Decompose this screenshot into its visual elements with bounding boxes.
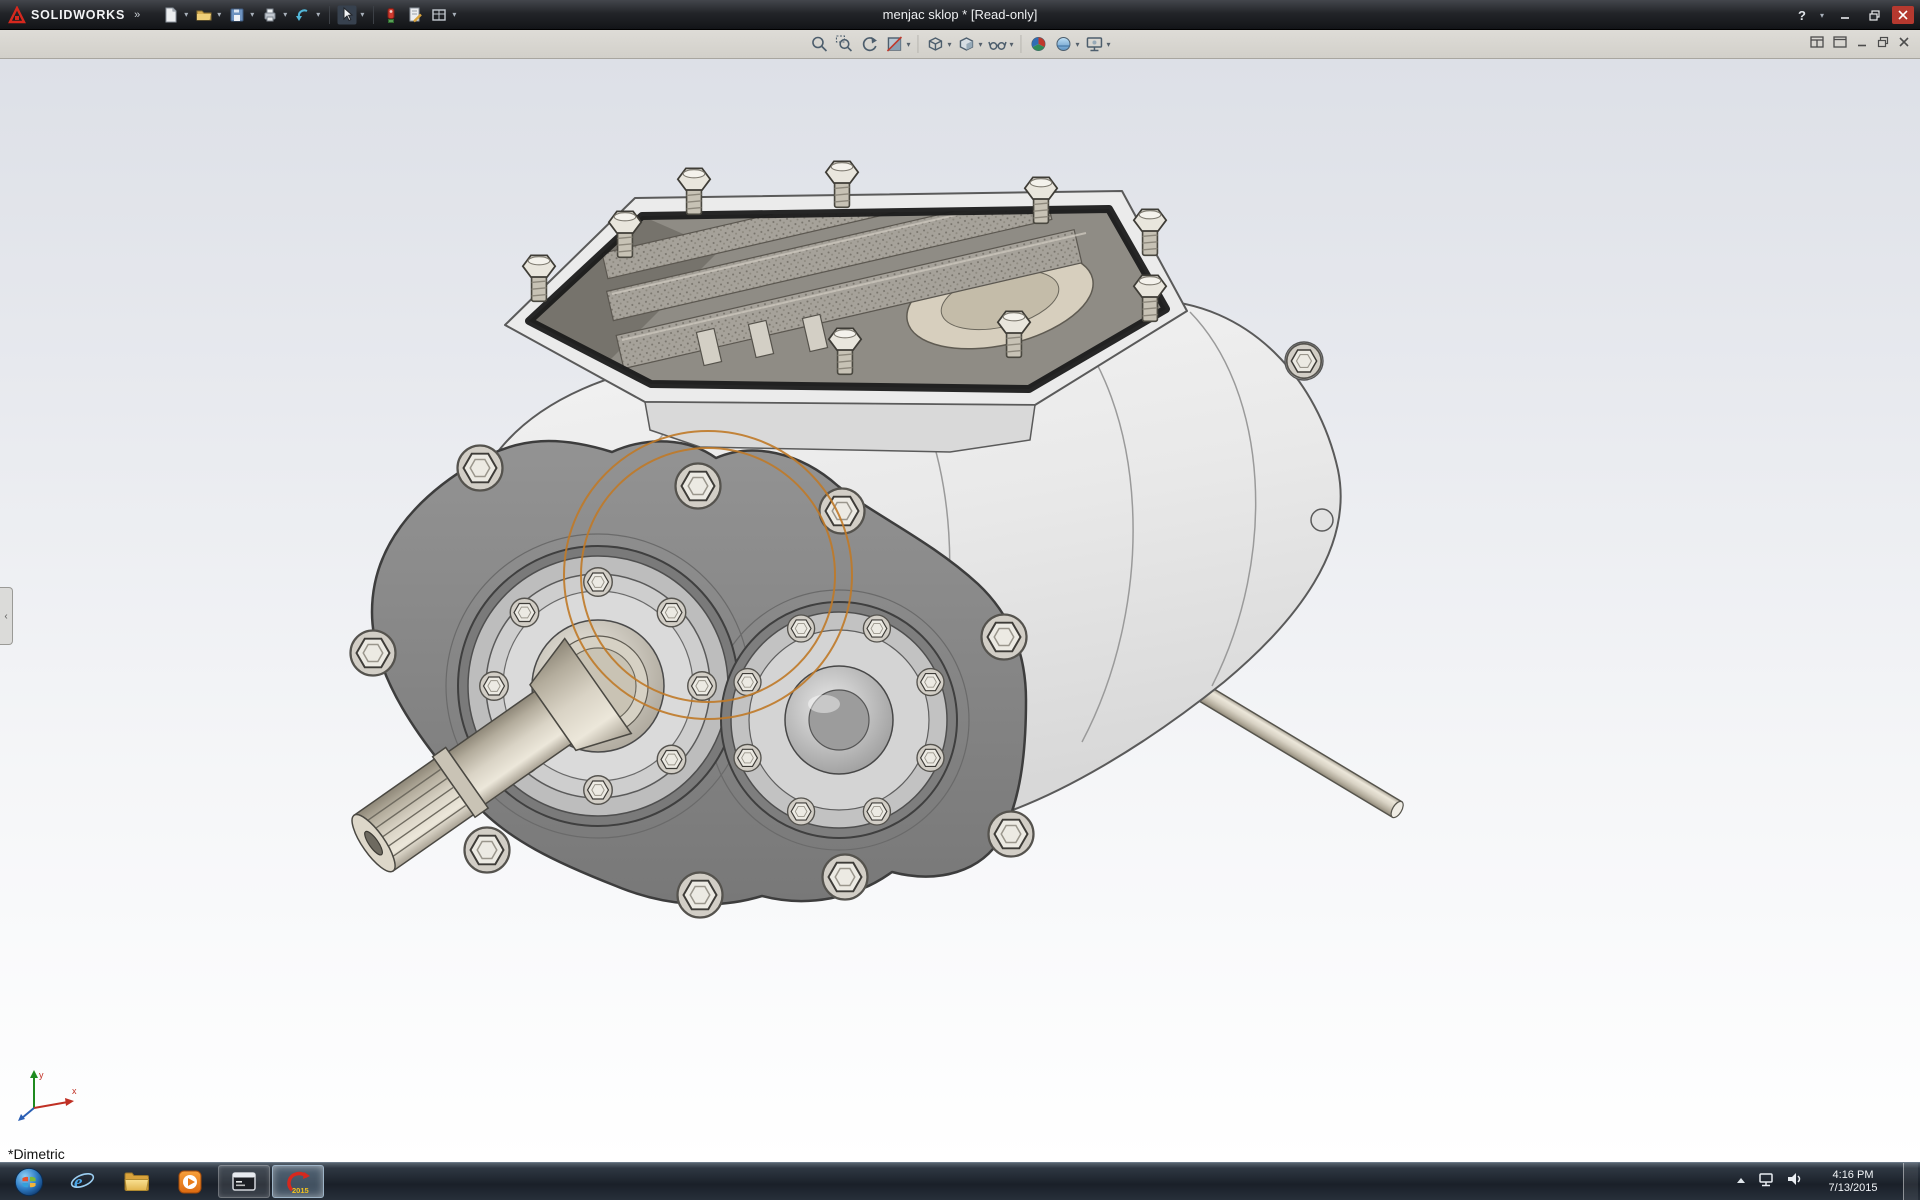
minimize-button[interactable] — [1834, 6, 1856, 24]
document-bar: ▾ ▾ ▾ ▾ ▾ ▾ — [0, 30, 1920, 59]
gearbox-model[interactable] — [0, 59, 1920, 1162]
open-button[interactable] — [193, 4, 215, 26]
display-style-dropdown[interactable]: ▾ — [978, 40, 982, 49]
media-player-icon — [177, 1169, 203, 1195]
doc-minimize-icon[interactable] — [1856, 35, 1868, 53]
toolbar-separator — [329, 6, 330, 24]
taskbar-command-prompt[interactable] — [218, 1165, 270, 1198]
graphics-viewport[interactable]: ‹ y x *Dimetric — [0, 59, 1920, 1162]
apply-scene-dropdown[interactable]: ▾ — [1076, 40, 1080, 49]
open-dropdown-arrow[interactable]: ▾ — [217, 10, 221, 19]
orientation-triad: y x — [16, 1064, 88, 1122]
doc-close-icon[interactable] — [1898, 35, 1910, 53]
hidden-icons-chevron[interactable] — [1735, 1173, 1747, 1191]
featuremanager-collapsed-tab[interactable]: ‹ — [0, 587, 13, 645]
solidworks-icon: 2015 — [284, 1168, 312, 1196]
save-dropdown-arrow[interactable]: ▾ — [250, 10, 254, 19]
housing-knob[interactable] — [1311, 509, 1333, 531]
options-button[interactable] — [428, 4, 450, 26]
output-boss[interactable] — [721, 602, 957, 838]
toolbar-overflow-chevron[interactable]: » — [134, 9, 140, 21]
windows-start-icon — [14, 1167, 44, 1197]
network-tray-icon[interactable] — [1757, 1170, 1775, 1193]
volume-tray-icon[interactable] — [1785, 1170, 1803, 1193]
headsup-separator — [917, 35, 918, 53]
start-button[interactable] — [4, 1165, 54, 1198]
new-dropdown-arrow[interactable]: ▾ — [184, 10, 188, 19]
folder-icon — [123, 1169, 150, 1194]
taskbar-clock[interactable]: 4:16 PM 7/13/2015 — [1813, 1169, 1893, 1195]
restore-button[interactable] — [1863, 6, 1885, 24]
headsup-separator — [1021, 35, 1022, 53]
window-title: menjac sklop * [Read-only] — [883, 7, 1038, 22]
system-tray: 4:16 PM 7/13/2015 — [1735, 1163, 1920, 1200]
file-properties-button[interactable] — [404, 4, 426, 26]
view-orientation-dropdown[interactable]: ▾ — [947, 40, 951, 49]
document-window-controls — [1810, 30, 1910, 58]
clock-time: 4:16 PM — [1813, 1169, 1893, 1182]
hide-show-items-dropdown[interactable]: ▾ — [1010, 40, 1014, 49]
undo-button[interactable] — [292, 4, 314, 26]
print-button[interactable] — [259, 4, 281, 26]
housing-side-bolt[interactable] — [1285, 342, 1323, 380]
view-orientation-label: *Dimetric — [8, 1146, 65, 1162]
view-settings-dropdown[interactable]: ▾ — [1107, 40, 1111, 49]
toolbar-separator — [373, 6, 374, 24]
undo-dropdown-arrow[interactable]: ▾ — [316, 10, 320, 19]
brand-text: SOLIDWORKS — [31, 8, 125, 22]
select-dropdown-arrow[interactable]: ▾ — [360, 10, 364, 19]
taskbar-solidworks-2015[interactable]: 2015 — [272, 1165, 324, 1198]
edit-appearance-icon[interactable] — [1027, 32, 1051, 56]
view-settings-icon[interactable] — [1083, 32, 1107, 56]
select-button[interactable] — [336, 4, 358, 26]
triad-x-label: x — [72, 1086, 77, 1096]
headsup-view-toolbar: ▾ ▾ ▾ ▾ ▾ ▾ — [807, 30, 1112, 58]
clock-date: 7/13/2015 — [1813, 1182, 1893, 1195]
rebuild-button[interactable] — [380, 4, 402, 26]
window-controls: ? ▾ — [1791, 0, 1914, 30]
options-dropdown-arrow[interactable]: ▾ — [452, 10, 456, 19]
display-style-icon[interactable] — [954, 32, 978, 56]
taskbar-internet-explorer[interactable]: e — [56, 1165, 108, 1198]
solidworks-logo: SOLIDWORKS » — [0, 0, 150, 29]
print-dropdown-arrow[interactable]: ▾ — [283, 10, 287, 19]
help-button[interactable]: ? — [1791, 6, 1813, 24]
triad-y-label: y — [39, 1070, 44, 1080]
section-view-dropdown[interactable]: ▾ — [906, 40, 910, 49]
taskbar-media-player[interactable] — [164, 1165, 216, 1198]
dome-highlight — [808, 695, 840, 713]
show-desktop-button[interactable] — [1903, 1163, 1918, 1200]
internet-explorer-icon: e — [69, 1168, 96, 1195]
help-dropdown-arrow[interactable]: ▾ — [1820, 11, 1824, 20]
main-toolbar: ▾ ▾ ▾ ▾ ▾ ▾ ▾ — [160, 4, 459, 26]
previous-view-icon[interactable] — [857, 32, 881, 56]
tile-windows-icon[interactable] — [1833, 35, 1847, 53]
taskbar-empty-space — [325, 1163, 1735, 1200]
new-window-icon[interactable] — [1810, 35, 1824, 53]
hide-show-items-icon[interactable] — [986, 32, 1010, 56]
doc-restore-icon[interactable] — [1877, 35, 1889, 53]
solidworks-year-badge: 2015 — [292, 1186, 309, 1195]
new-document-button[interactable] — [160, 4, 182, 26]
title-bar: SOLIDWORKS » ▾ ▾ ▾ ▾ ▾ ▾ ▾ me — [0, 0, 1920, 30]
zoom-to-fit-icon[interactable] — [807, 32, 831, 56]
command-prompt-icon — [231, 1169, 257, 1194]
apply-scene-icon[interactable] — [1052, 32, 1076, 56]
taskbar: e 2015 — [0, 1162, 1920, 1200]
view-orientation-icon[interactable] — [923, 32, 947, 56]
close-button[interactable] — [1892, 6, 1914, 24]
ds-logo-icon — [8, 6, 26, 24]
taskbar-windows-explorer[interactable] — [110, 1165, 162, 1198]
save-button[interactable] — [226, 4, 248, 26]
section-view-icon[interactable] — [882, 32, 906, 56]
zoom-to-area-icon[interactable] — [832, 32, 856, 56]
